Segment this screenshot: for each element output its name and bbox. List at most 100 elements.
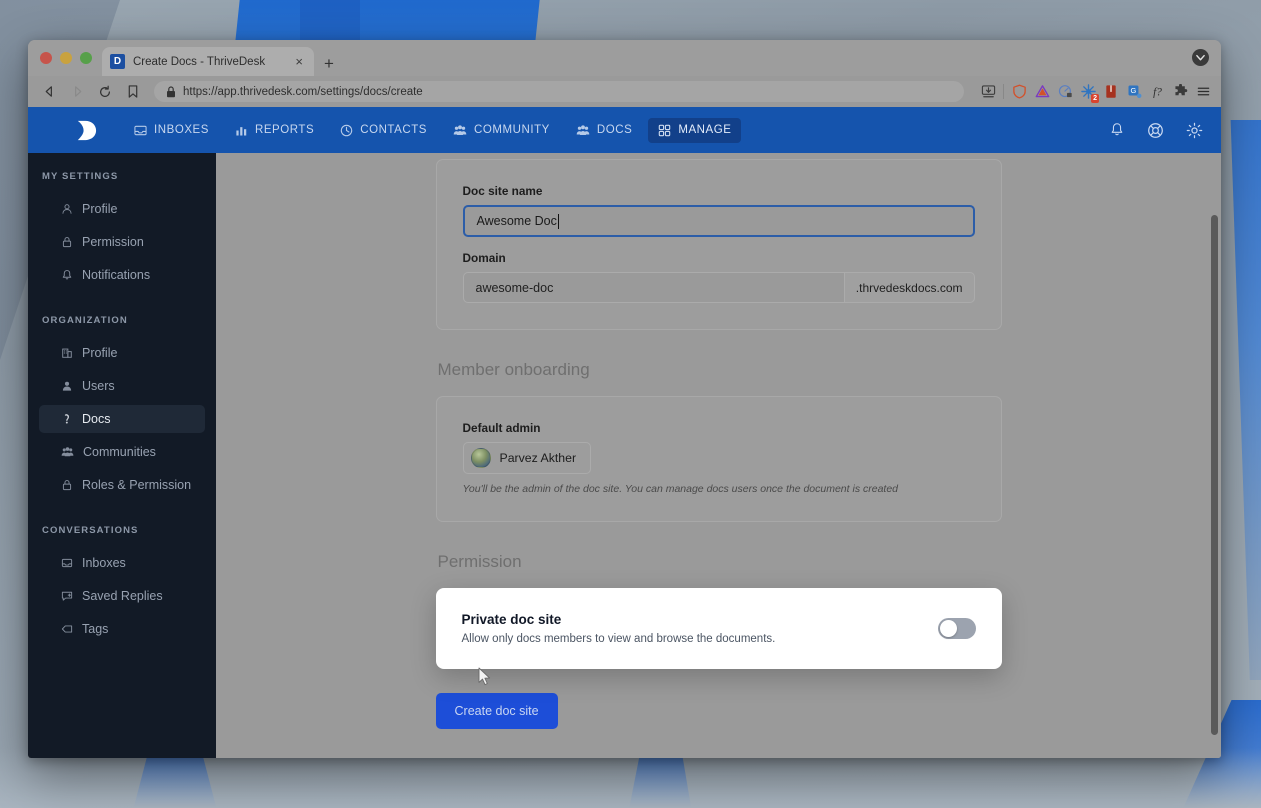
sidebar-group-title: CONVERSATIONS [42, 525, 139, 536]
bell-icon[interactable] [1109, 122, 1125, 138]
desktop-background: D Create Docs - ThriveDesk × + https://a… [0, 0, 1261, 808]
minimize-window-button[interactable] [60, 52, 72, 64]
tab-favicon-icon: D [110, 54, 125, 69]
sidebar-item-label: Tags [82, 622, 109, 636]
sidebar-item-label: Saved Replies [82, 589, 163, 603]
tab-search-icon[interactable] [1192, 49, 1209, 66]
sidebar-group-conversations: CONVERSATIONS Inboxes Saved Replies Tags [28, 525, 216, 643]
nav-item-label: MANAGE [678, 124, 732, 136]
sidebar-group-title: MY SETTINGS [42, 171, 119, 182]
nav-item-label: INBOXES [154, 124, 209, 136]
brave-shield-icon[interactable] [1011, 84, 1027, 100]
sidebar-group-title: ORGANIZATION [42, 315, 128, 326]
sidebar-item-saved-replies[interactable]: Saved Replies [39, 582, 205, 610]
doc-site-name-input[interactable]: Awesome Doc [462, 205, 975, 237]
nav-item-label: DOCS [596, 124, 633, 136]
app-body: MY SETTINGS Profile Permission Notificat… [28, 153, 1221, 758]
settings-sidebar: MY SETTINGS Profile Permission Notificat… [28, 153, 216, 758]
sidebar-item-profile[interactable]: Profile [39, 195, 205, 223]
forward-button[interactable] [68, 83, 86, 101]
grammar-icon[interactable]: G [1126, 84, 1142, 100]
font-icon[interactable]: f? [1149, 84, 1165, 100]
extension-badge-count: 2 [1091, 93, 1099, 103]
warning-triangle-icon[interactable] [1034, 84, 1050, 100]
browser-window: D Create Docs - ThriveDesk × + https://a… [28, 40, 1221, 758]
sidebar-item-inboxes[interactable]: Inboxes [39, 549, 205, 577]
toggle-knob [939, 620, 957, 637]
nav-item-contacts[interactable]: CONTACTS [330, 118, 437, 143]
new-tab-button[interactable]: + [324, 55, 334, 72]
book-icon[interactable] [1103, 84, 1119, 100]
browser-toolbar: https://app.thrivedesk.com/settings/docs… [28, 76, 1221, 107]
page-scrollbar-thumb[interactable] [1211, 215, 1218, 735]
puzzle-icon[interactable] [1172, 84, 1188, 100]
sidebar-item-label: Permission [82, 235, 144, 249]
domain-label: Domain [462, 251, 506, 265]
sidebar-item-label: Inboxes [82, 556, 126, 570]
speedometer-lock-icon[interactable] [1057, 84, 1073, 100]
svg-text:f?: f? [1153, 86, 1162, 98]
sidebar-item-users[interactable]: Users [39, 372, 205, 400]
doc-site-name-value: Awesome Doc [476, 214, 557, 228]
sidebar-item-org-profile[interactable]: Profile [39, 339, 205, 367]
private-doc-site-text: Private doc site Allow only docs members… [462, 612, 938, 645]
window-controls [38, 40, 102, 76]
back-button[interactable] [40, 83, 58, 101]
member-onboarding-card: Default admin Parvez Akther You'll be th… [435, 396, 1002, 522]
nav-item-label: REPORTS [254, 124, 315, 136]
app-nav-right-icons [1109, 122, 1203, 139]
default-admin-label: Default admin [462, 421, 541, 435]
nav-item-inboxes[interactable]: INBOXES [124, 118, 219, 143]
sidebar-item-permission[interactable]: Permission [39, 228, 205, 256]
doc-site-card: Doc site name Awesome Doc Domain awesome… [435, 159, 1002, 330]
bookmark-icon[interactable] [124, 83, 142, 101]
sidebar-item-label: Notifications [82, 268, 151, 282]
lock-icon [167, 85, 175, 97]
sidebar-item-label: Roles & Permission [82, 478, 192, 492]
domain-suffix: .thrvedeskdocs.com [843, 272, 975, 303]
menu-icon[interactable] [1195, 84, 1211, 100]
sidebar-item-label: Profile [82, 346, 118, 360]
page-viewport: INBOXES REPORTS CONTACTS COMMUNITY DOCS … [28, 107, 1221, 758]
sidebar-item-notifications[interactable]: Notifications [39, 261, 205, 289]
close-window-button[interactable] [40, 52, 52, 64]
thrivedesk-logo-icon[interactable] [72, 117, 98, 143]
sidebar-group-my-settings: MY SETTINGS Profile Permission Notificat… [28, 171, 216, 289]
sidebar-item-roles-permission[interactable]: Roles & Permission [39, 471, 205, 499]
sidebar-item-communities[interactable]: Communities [39, 438, 205, 466]
domain-input[interactable]: awesome-doc [462, 272, 844, 303]
nav-item-community[interactable]: COMMUNITY [443, 118, 560, 143]
private-doc-site-title: Private doc site [461, 612, 562, 627]
lifebuoy-icon[interactable] [1147, 122, 1164, 139]
nav-item-docs[interactable]: DOCS [566, 118, 642, 143]
nav-item-reports[interactable]: REPORTS [225, 118, 324, 143]
create-doc-site-button[interactable]: Create doc site [435, 693, 558, 729]
nav-item-label: COMMUNITY [474, 124, 550, 136]
nav-item-manage[interactable]: MANAGE [648, 117, 742, 143]
sidebar-item-label: Communities [83, 445, 156, 459]
address-bar[interactable]: https://app.thrivedesk.com/settings/docs… [154, 81, 964, 102]
sidebar-item-label: Users [82, 379, 115, 393]
download-icon[interactable] [980, 84, 996, 100]
browser-tab[interactable]: D Create Docs - ThriveDesk × [102, 47, 314, 76]
text-caret [557, 213, 559, 229]
default-admin-chip[interactable]: Parvez Akther [462, 442, 592, 474]
sidebar-item-docs[interactable]: Docs [39, 405, 205, 433]
maximize-window-button[interactable] [80, 52, 92, 64]
gear-icon[interactable] [1186, 122, 1203, 139]
permission-title: Permission [437, 552, 522, 571]
sidebar-item-tags[interactable]: Tags [39, 615, 205, 643]
extension-icons: 2 G f? [980, 84, 1213, 103]
close-tab-icon[interactable]: × [292, 55, 306, 68]
svg-text:G: G [1130, 86, 1136, 95]
private-doc-site-toggle[interactable] [937, 618, 976, 639]
gear-burst-icon[interactable]: 2 [1080, 84, 1099, 103]
create-doc-form: Doc site name Awesome Doc Domain awesome… [435, 159, 1002, 729]
avatar [470, 448, 491, 468]
page-scrollbar[interactable] [1210, 153, 1219, 758]
doc-site-name-label: Doc site name [462, 184, 543, 198]
content-scroll-area: Doc site name Awesome Doc Domain awesome… [216, 153, 1221, 758]
app-nav-items: INBOXES REPORTS CONTACTS COMMUNITY DOCS … [124, 117, 742, 143]
reload-button[interactable] [96, 83, 114, 101]
